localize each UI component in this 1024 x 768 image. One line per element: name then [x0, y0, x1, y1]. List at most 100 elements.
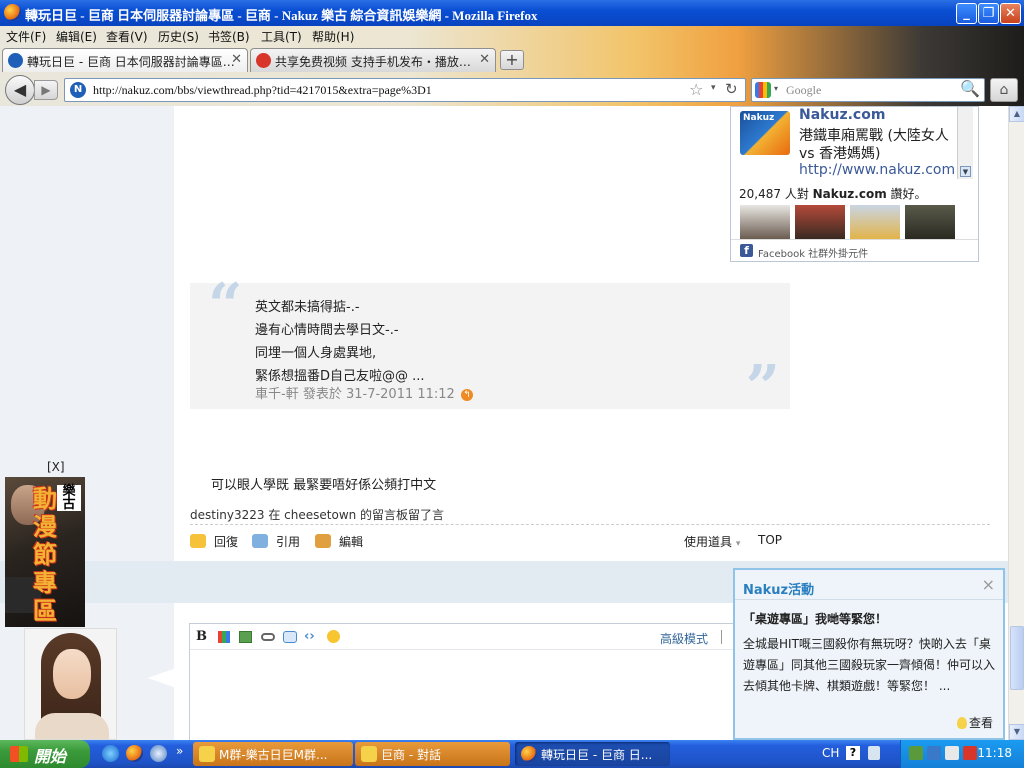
menu-view[interactable]: 查看(V)	[106, 28, 148, 45]
thumbnail-text: Nakuz	[743, 113, 775, 123]
quote-line: 英文都未搞得掂-.-	[255, 300, 360, 315]
computer-icon[interactable]	[927, 746, 941, 760]
quote-source-icon[interactable]: ↰	[460, 389, 473, 401]
fb-post-text[interactable]: 港鐵車廂罵戰 (大陸女人 vs 香港媽媽)	[799, 127, 959, 163]
firefox-icon[interactable]	[126, 745, 143, 762]
link-icon[interactable]	[261, 633, 275, 641]
url-dropdown-icon[interactable]: ▾	[711, 83, 716, 93]
smiley-icon[interactable]	[327, 630, 340, 643]
quicklaunch-more-icon[interactable]: »	[176, 744, 183, 758]
fan-avatar[interactable]	[905, 205, 955, 239]
facebook-logo-icon[interactable]: f	[740, 244, 753, 257]
search-input[interactable]: Google	[786, 83, 821, 98]
nakuz-thumbnail[interactable]: Nakuz	[740, 111, 790, 155]
anime-festival-ad[interactable]: 動漫節專區 樂古	[5, 477, 85, 627]
post-signature[interactable]: destiny3223 在 cheesetown 的留言板留了言	[190, 506, 444, 523]
image-icon[interactable]	[239, 631, 252, 643]
taskbar-item-mgroup[interactable]: M群-樂古日巨M群...	[193, 742, 353, 766]
url-bar[interactable]: N http://nakuz.com/bbs/viewthread.php?ti…	[64, 78, 746, 102]
bookmark-star-icon[interactable]: ☆	[689, 80, 703, 99]
taskbar-item-dialog[interactable]: 巨商 - 對話	[355, 742, 510, 766]
like-text-end: 讚好。	[886, 187, 927, 201]
fan-avatar[interactable]	[740, 205, 790, 239]
ad-logo: 樂古	[57, 485, 81, 511]
volume-icon[interactable]	[945, 746, 959, 760]
home-button[interactable]: ⌂	[990, 78, 1018, 102]
back-button[interactable]: ◀	[5, 75, 35, 105]
fb-scrollbar[interactable]: ▼	[957, 107, 973, 179]
window-titlebar[interactable]: 轉玩日巨 - 巨商 日本伺服器討論專區 - 巨商 - Nakuz 樂古 綜合資訊…	[0, 0, 1024, 26]
menu-edit[interactable]: 编辑(E)	[56, 28, 97, 45]
facebook-like-box: Nakuz Nakuz.com 港鐵車廂罵戰 (大陸女人 vs 香港媽媽) ht…	[730, 106, 979, 262]
menu-tools[interactable]: 工具(T)	[261, 28, 302, 45]
scroll-up-icon[interactable]: ▲	[1009, 106, 1024, 122]
maximize-button[interactable]: ❐	[978, 3, 999, 24]
reply-button[interactable]: 回復	[190, 533, 238, 550]
page-scrollbar[interactable]: ▲ ▼	[1008, 106, 1024, 740]
bold-button[interactable]: B	[196, 629, 207, 644]
menu-history[interactable]: 历史(S)	[158, 28, 199, 45]
editor-toolbar: B ‹› 高級模式	[190, 624, 748, 650]
close-window-button[interactable]: ✕	[1000, 3, 1021, 24]
taskbar: 開始 » M群-樂古日巨M群... 巨商 - 對話 轉玩日巨 - 巨商 日...…	[0, 740, 1024, 768]
google-icon[interactable]	[755, 82, 771, 98]
quote-button[interactable]: 引用	[252, 533, 300, 550]
advanced-mode-link[interactable]: 高級模式	[660, 630, 708, 647]
chevron-down-icon: ▾	[735, 539, 741, 549]
ie-icon[interactable]	[102, 745, 119, 762]
signature-divider	[190, 524, 990, 525]
url-text[interactable]: http://nakuz.com/bbs/viewthread.php?tid=…	[93, 83, 432, 98]
fan-avatar[interactable]	[850, 205, 900, 239]
menu-file[interactable]: 文件(F)	[6, 28, 46, 45]
forward-button[interactable]: ▶	[34, 80, 58, 100]
code-icon[interactable]: ‹›	[304, 629, 315, 644]
app-tray-icon[interactable]	[963, 746, 977, 760]
new-tab-button[interactable]: +	[500, 50, 524, 70]
ad-close-button[interactable]: [X]	[47, 460, 65, 474]
navigation-bar: ◀ ▶ N http://nakuz.com/bbs/viewthread.ph…	[0, 72, 1024, 106]
scroll-down-icon[interactable]: ▼	[960, 166, 971, 177]
edit-button[interactable]: 編輯	[315, 533, 363, 550]
menu-bookmarks[interactable]: 书签(B)	[208, 28, 250, 45]
reply-editor[interactable]: B ‹› 高級模式	[189, 623, 749, 740]
language-indicator[interactable]: CH	[822, 746, 839, 760]
network-icon[interactable]	[909, 746, 923, 760]
like-page-name[interactable]: Nakuz.com	[813, 187, 887, 201]
windows-logo-icon	[10, 746, 28, 762]
fan-avatar[interactable]	[795, 205, 845, 239]
tab-close-icon[interactable]: ✕	[231, 52, 242, 67]
popup-close-icon[interactable]: ×	[982, 575, 995, 594]
popup-subtitle[interactable]: 「桌遊專區」我哋等緊您！	[743, 610, 887, 627]
tab-label: 轉玩日巨 - 巨商 日本伺服器討論專區…	[27, 55, 235, 69]
tab-label: 共享免费视频 支持手机发布・播放…	[275, 55, 471, 69]
search-box[interactable]: ▾ Google 🔍	[751, 78, 985, 102]
clock[interactable]: 11:18	[977, 746, 1012, 760]
help-icon[interactable]: ?	[846, 746, 860, 760]
start-button[interactable]: 開始	[0, 740, 90, 768]
search-go-icon[interactable]: 🔍	[960, 79, 980, 98]
tab-active[interactable]: 轉玩日巨 - 巨商 日本伺服器討論專區… ✕	[2, 48, 248, 72]
reload-icon[interactable]: ↻	[725, 80, 738, 98]
fb-footer-text[interactable]: Facebook 社群外掛元件	[758, 245, 868, 260]
tab-video[interactable]: 共享免费视频 支持手机发布・播放… ✕	[250, 48, 496, 72]
taskbar-item-firefox[interactable]: 轉玩日巨 - 巨商 日...	[515, 742, 670, 766]
quote-insert-icon[interactable]	[283, 631, 297, 643]
search-engine-dropdown-icon[interactable]: ▾	[774, 84, 778, 93]
fb-post-link[interactable]: http://www.nakuz.com	[799, 162, 955, 178]
site-identity-icon[interactable]: N	[70, 82, 86, 98]
user-avatar[interactable]	[24, 628, 117, 740]
lightbulb-icon	[956, 717, 967, 729]
color-icon[interactable]	[218, 631, 230, 643]
app-icon[interactable]	[150, 745, 167, 762]
keyboard-icon[interactable]	[868, 746, 880, 760]
scrollbar-thumb[interactable]	[1010, 626, 1024, 690]
top-link[interactable]: TOP	[758, 533, 782, 547]
scroll-down-icon[interactable]: ▼	[1009, 724, 1024, 740]
menu-help[interactable]: 帮助(H)	[312, 28, 354, 45]
popup-view-link[interactable]: 查看	[956, 714, 993, 731]
window-title: 轉玩日巨 - 巨商 日本伺服器討論專區 - 巨商 - Nakuz 樂古 綜合資訊…	[25, 8, 538, 23]
tools-menu[interactable]: 使用道具 ▾	[684, 533, 740, 550]
fb-page-name[interactable]: Nakuz.com	[799, 107, 885, 123]
tab-close-icon[interactable]: ✕	[479, 52, 490, 67]
minimize-button[interactable]: _	[956, 3, 977, 24]
